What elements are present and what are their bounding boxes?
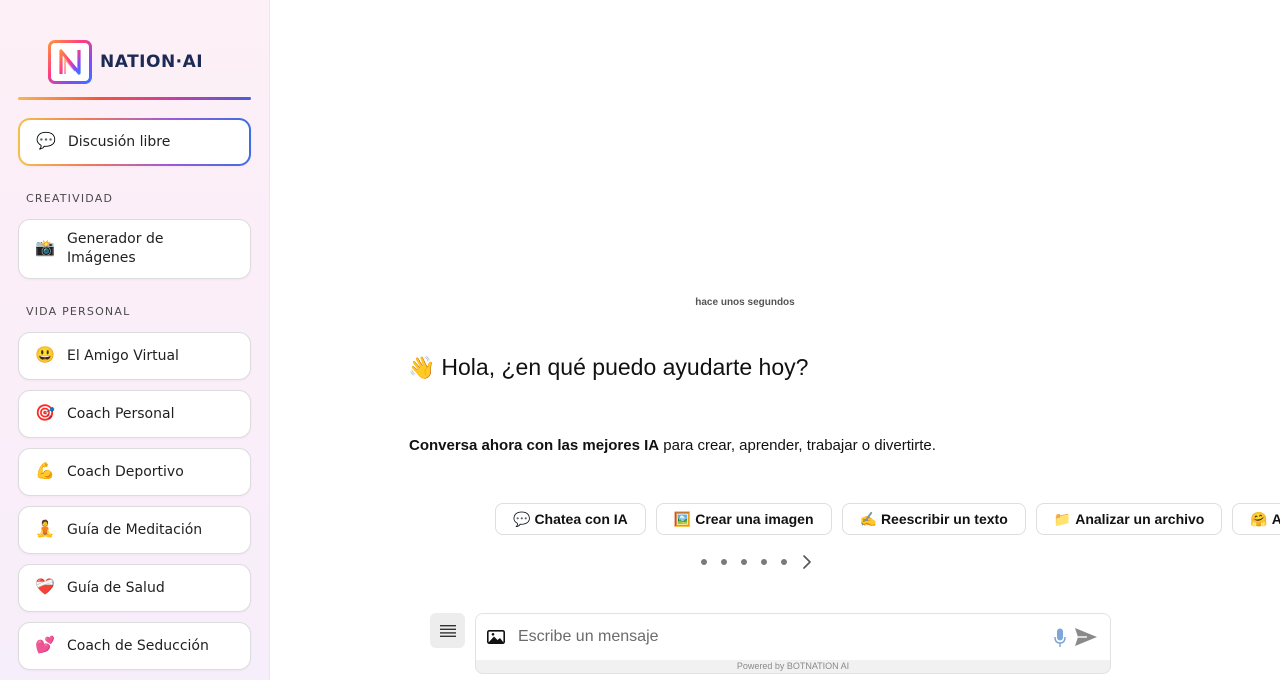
smiley-icon: 😃: [35, 347, 55, 364]
brand-divider: [18, 97, 251, 100]
folder-icon: 📁: [1053, 510, 1072, 527]
bandaged-heart-icon: ❤️‍🩹: [35, 579, 55, 596]
intro-text: para crear, aprender, trabajar o diverti…: [659, 437, 936, 454]
speech-bubble-icon: 💬: [513, 510, 531, 527]
sidebar: NATION·AI 💬 Discusión libre CREATIVIDAD …: [0, 0, 270, 680]
waving-hand-icon: 👋: [408, 354, 436, 380]
suggestion-carousel: 💬 Chatea con IA 🖼️ Crear una imagen ✍️ R…: [495, 503, 1280, 535]
sidebar-item-label: Guía de Meditación: [67, 521, 203, 538]
sidebar-item-sports-coach[interactable]: 💪 Coach Deportivo: [18, 448, 251, 496]
sidebar-item-image-generator[interactable]: 📸 Generador de Imágenes: [18, 219, 251, 279]
sidebar-item-label: El Amigo Virtual: [67, 347, 179, 364]
suggestion-label: Chatea con IA: [534, 511, 628, 527]
carousel-dot[interactable]: [721, 559, 727, 565]
meditation-icon: 🧘: [35, 521, 55, 538]
section-title-personal-life: VIDA PERSONAL: [26, 305, 131, 318]
sidebar-item-personal-coach[interactable]: 🎯 Coach Personal: [18, 390, 251, 438]
sidebar-item-seduction-coach[interactable]: 💕 Coach de Seducción: [18, 622, 251, 670]
suggestion-label: Reescribir un texto: [880, 511, 1008, 527]
hugging-face-icon: 🤗: [1250, 510, 1268, 527]
camera-flash-icon: 📸: [35, 240, 55, 257]
brand-name: NATION·AI: [100, 52, 204, 72]
suggestion-friend[interactable]: 🤗 Ami: [1232, 503, 1280, 535]
message-timestamp: hace unos segundos: [695, 297, 795, 308]
hamburger-menu-icon: [439, 625, 456, 637]
microphone-icon[interactable]: [1054, 628, 1066, 648]
carousel-dot[interactable]: [741, 559, 747, 565]
image-upload-icon[interactable]: [487, 630, 505, 644]
suggestion-create-image[interactable]: 🖼️ Crear una imagen: [655, 503, 832, 535]
target-icon: 🎯: [35, 405, 55, 422]
sidebar-item-health-guide[interactable]: ❤️‍🩹 Guía de Salud: [18, 564, 251, 612]
sidebar-item-label: Coach Personal: [67, 405, 175, 422]
carousel-dot[interactable]: [781, 559, 787, 565]
sidebar-item-free-chat[interactable]: 💬 Discusión libre: [18, 118, 251, 166]
sidebar-item-label: Discusión libre: [68, 133, 171, 150]
speech-bubble-icon: 💬: [36, 133, 56, 150]
message-composer: Powered by BOTNATION AI: [475, 613, 1111, 674]
sidebar-item-meditation-guide[interactable]: 🧘 Guía de Meditación: [18, 506, 251, 554]
send-icon[interactable]: [1074, 627, 1098, 647]
carousel-dot[interactable]: [701, 559, 707, 565]
powered-by-footer: Powered by BOTNATION AI: [736, 661, 850, 671]
chevron-right-icon[interactable]: [801, 555, 813, 569]
bot-intro: Conversa ahora con las mejores IA para c…: [409, 437, 936, 454]
message-input[interactable]: [518, 628, 1038, 646]
suggestion-analyze-file[interactable]: 📁 Analizar un archivo: [1035, 503, 1223, 535]
sidebar-item-virtual-friend[interactable]: 😃 El Amigo Virtual: [18, 332, 251, 380]
suggestion-chat-ai[interactable]: 💬 Chatea con IA: [495, 503, 646, 535]
sidebar-item-label: Guía de Salud: [67, 579, 165, 596]
section-title-creativity: CREATIVIDAD: [26, 192, 114, 205]
composer-input-row: [476, 614, 1110, 660]
flexed-biceps-icon: 💪: [35, 463, 55, 480]
n-logo-icon: [48, 40, 92, 84]
suggestion-label: Analizar un archivo: [1075, 511, 1205, 527]
two-hearts-icon: 💕: [35, 637, 55, 654]
suggestion-label: Crear una imagen: [695, 511, 814, 527]
intro-bold-text: Conversa ahora con las mejores IA: [409, 437, 660, 454]
sidebar-item-label: Coach Deportivo: [67, 463, 184, 480]
brand-logo[interactable]: NATION·AI: [48, 40, 203, 84]
writing-hand-icon: ✍️: [859, 510, 877, 527]
bot-greeting: 👋 Hola, ¿en qué puedo ayudarte hoy?: [408, 354, 808, 381]
greeting-text: Hola, ¿en qué puedo ayudarte hoy?: [441, 354, 809, 380]
carousel-pagination: [701, 555, 813, 569]
carousel-dot[interactable]: [761, 559, 767, 565]
suggestion-label: Ami: [1271, 511, 1280, 527]
suggestion-rewrite-text[interactable]: ✍️ Reescribir un texto: [841, 503, 1026, 535]
sidebar-item-label: Coach de Seducción: [67, 637, 209, 654]
hamburger-menu-button[interactable]: [430, 613, 465, 648]
framed-picture-icon: 🖼️: [673, 510, 692, 527]
sidebar-item-label: Generador de Imágenes: [67, 231, 164, 266]
